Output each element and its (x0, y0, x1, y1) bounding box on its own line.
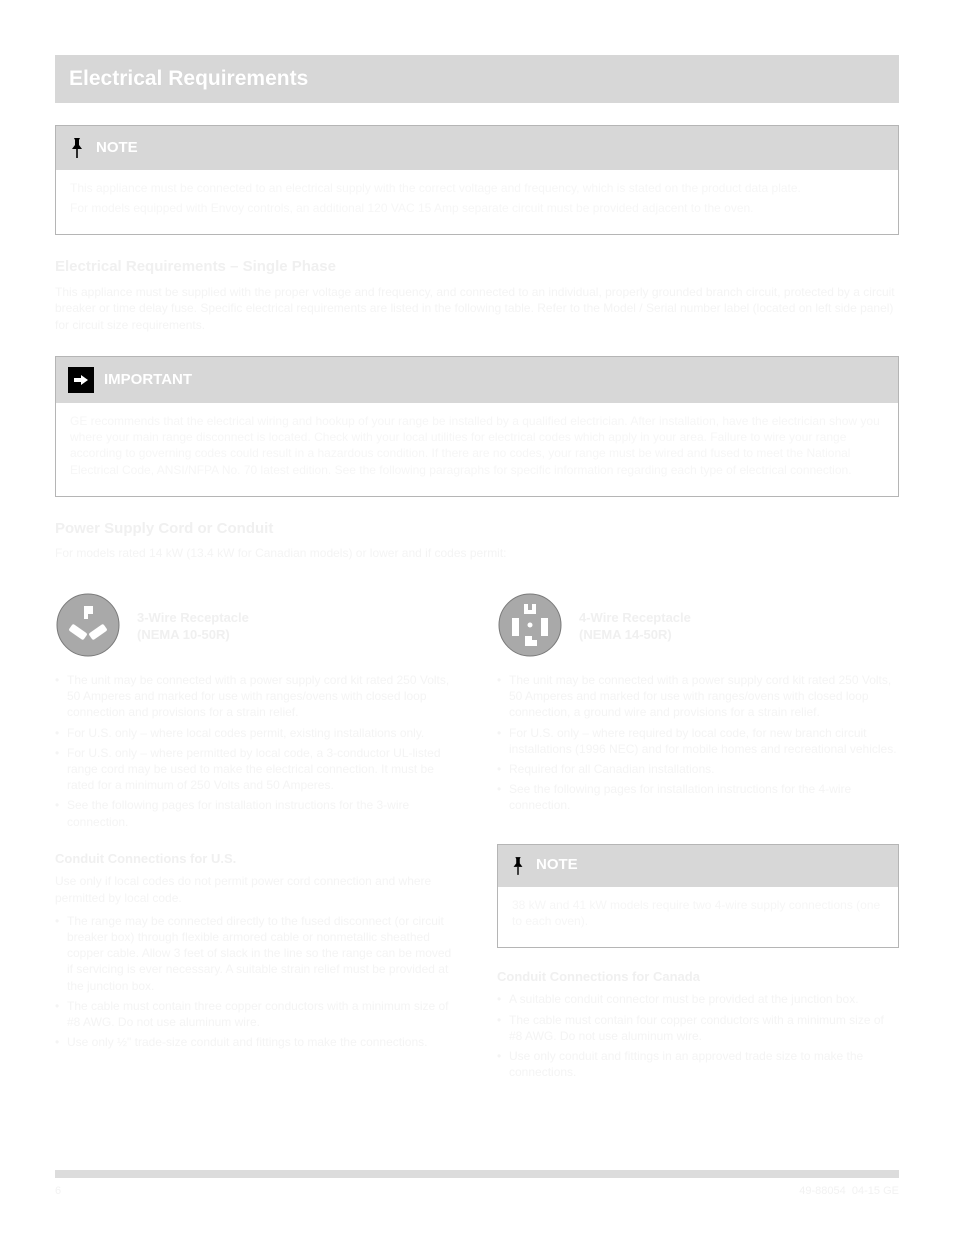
list-item: See the following pages for installation… (55, 797, 457, 829)
callout-text: For models equipped with Envoy controls,… (70, 200, 884, 216)
pin-icon (68, 136, 86, 160)
note-callout-kw: NOTE 38 kW and 41 kW models require two … (497, 844, 899, 948)
list-item: Use only ½" trade-size conduit and fitti… (55, 1034, 457, 1050)
callout-body: GE recommends that the electrical wiring… (56, 403, 898, 496)
paragraph-text: Use only if local codes do not permit po… (55, 873, 457, 907)
callout-label: IMPORTANT (104, 370, 192, 390)
callout-header: IMPORTANT (56, 357, 898, 403)
page-footer: 6 49-88054 04-15 GE (55, 1170, 899, 1199)
important-callout: IMPORTANT GE recommends that the electri… (55, 356, 899, 497)
paragraph-text: For models rated 14 kW (13.4 kW for Cana… (55, 545, 899, 562)
callout-body: This appliance must be connected to an e… (56, 170, 898, 234)
list-item: Use only conduit and fittings in an appr… (497, 1048, 899, 1080)
column-3wire: 3-Wire Receptacle (NEMA 10-50R) The unit… (55, 592, 457, 1085)
column-4wire: 4-Wire Receptacle (NEMA 14-50R) The unit… (497, 592, 899, 1085)
pin-icon (510, 855, 526, 877)
paragraph: Use only if local codes do not permit po… (55, 873, 457, 907)
paragraph: For models rated 14 kW (13.4 kW for Cana… (55, 545, 899, 562)
column-title: 3-Wire Receptacle (NEMA 10-50R) (137, 610, 249, 644)
column-header: 3-Wire Receptacle (NEMA 10-50R) (55, 592, 457, 662)
callout-text: GE recommends that the electrical wiring… (70, 413, 884, 478)
callout-label: NOTE (96, 138, 138, 158)
list-item: A suitable conduit connector must be pro… (497, 991, 899, 1007)
note-callout-envoy: NOTE This appliance must be connected to… (55, 125, 899, 235)
list-item: The cable must contain three copper cond… (55, 998, 457, 1030)
two-column-layout: 3-Wire Receptacle (NEMA 10-50R) The unit… (55, 592, 899, 1085)
section-banner: Electrical Requirements (55, 55, 899, 103)
arrow-right-icon (68, 367, 94, 393)
column-title: 4-Wire Receptacle (NEMA 14-50R) (579, 610, 691, 644)
callout-text: This appliance must be connected to an e… (70, 180, 884, 196)
callout-text: 38 kW and 41 kW models require two 4-wir… (512, 897, 884, 929)
paragraph-text: This appliance must be supplied with the… (55, 284, 899, 334)
section-title: Electrical Requirements (69, 65, 308, 93)
callout-body: 38 kW and 41 kW models require two 4-wir… (498, 887, 898, 947)
bullet-list: The unit may be connected with a power s… (55, 672, 457, 830)
callout-header: NOTE (498, 845, 898, 887)
list-item: For U.S. only – where local codes permit… (55, 725, 457, 741)
list-item: For U.S. only – where permitted by local… (55, 745, 457, 794)
list-item: The range may be connected directly to t… (55, 913, 457, 994)
footer-divider (55, 1170, 899, 1178)
subheading-conduit-us: Conduit Connections for U.S. (55, 850, 457, 868)
footer-line: 6 49-88054 04-15 GE (55, 1184, 899, 1199)
callout-label: NOTE (536, 855, 578, 875)
list-item: The cable must contain four copper condu… (497, 1012, 899, 1044)
list-item: The unit may be connected with a power s… (55, 672, 457, 721)
outlet-4wire-icon (497, 592, 563, 662)
bullet-list: The unit may be connected with a power s… (497, 672, 899, 814)
footer-doc: 49-88054 04-15 GE (799, 1184, 899, 1199)
column-header: 4-Wire Receptacle (NEMA 14-50R) (497, 592, 899, 662)
page: Electrical Requirements NOTE This applia… (0, 0, 954, 1235)
subheading-conduit-canada: Conduit Connections for Canada (497, 968, 899, 986)
paragraph: This appliance must be supplied with the… (55, 284, 899, 334)
list-item: See the following pages for installation… (497, 781, 899, 813)
list-item: The unit may be connected with a power s… (497, 672, 899, 721)
subheading-single-phase: Electrical Requirements – Single Phase (55, 257, 899, 277)
bullet-list: The range may be connected directly to t… (55, 913, 457, 1051)
callout-header: NOTE (56, 126, 898, 170)
subheading-power-cord: Power Supply Cord or Conduit (55, 519, 899, 539)
outlet-3wire-icon (55, 592, 121, 662)
page-number: 6 (55, 1184, 61, 1199)
bullet-list: A suitable conduit connector must be pro… (497, 991, 899, 1080)
list-item: Required for all Canadian installations. (497, 761, 899, 777)
list-item: For U.S. only – where required by local … (497, 725, 899, 757)
